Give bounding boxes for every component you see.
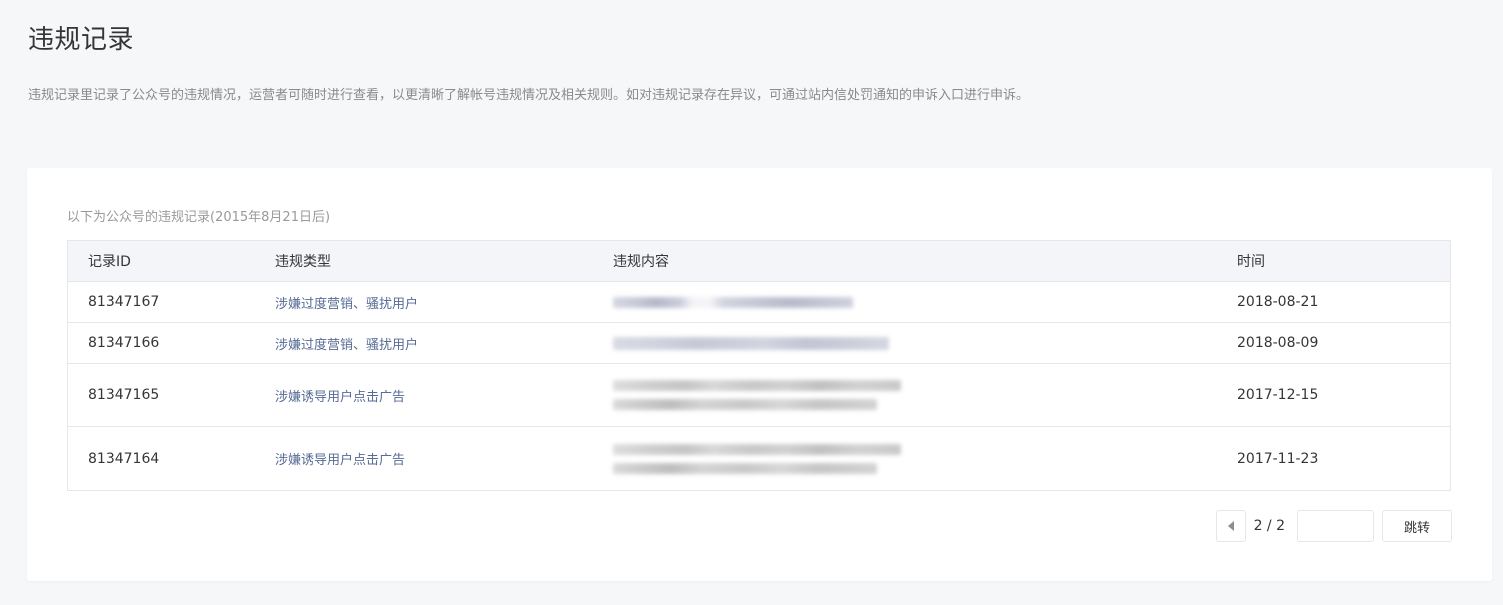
page-title: 违规记录 xyxy=(28,25,135,55)
header-record-id: 记录ID xyxy=(88,254,131,270)
jump-button[interactable]: 跳转 xyxy=(1382,510,1452,542)
violation-content-redacted xyxy=(595,336,1217,350)
page-jump-input[interactable] xyxy=(1297,510,1374,542)
violation-type-link[interactable]: 涉嫌诱导用户点击广告 xyxy=(255,386,595,405)
records-caption: 以下为公众号的违规记录(2015年8月21日后) xyxy=(67,210,331,225)
table-header-row: 记录ID 违规类型 违规内容 时间 xyxy=(68,241,1450,282)
page-indicator: 2 / 2 xyxy=(1253,518,1285,534)
record-time: 2018-08-09 xyxy=(1237,335,1319,351)
record-id: 81347167 xyxy=(88,294,160,310)
table-row: 81347164 涉嫌诱导用户点击广告 2017-11-23 xyxy=(68,427,1450,490)
header-time: 时间 xyxy=(1237,254,1265,270)
table-row: 81347166 涉嫌过度营销、骚扰用户 2018-08-09 xyxy=(68,323,1450,364)
violation-records-card: 以下为公众号的违规记录(2015年8月21日后) 记录ID 违规类型 违规内容 … xyxy=(27,168,1492,581)
records-table: 记录ID 违规类型 违规内容 时间 81347167 涉嫌过度营销、骚扰用户 2… xyxy=(67,240,1451,491)
pagination: 2 / 2 跳转 xyxy=(1215,510,1452,542)
triangle-left-icon xyxy=(1227,521,1234,531)
record-time: 2017-12-15 xyxy=(1237,387,1319,403)
table-row: 81347165 涉嫌诱导用户点击广告 2017-12-15 xyxy=(68,364,1450,427)
header-violation-type: 违规类型 xyxy=(275,254,331,270)
violation-content-redacted xyxy=(595,296,1217,308)
record-id: 81347164 xyxy=(88,450,160,467)
record-time: 2017-11-23 xyxy=(1237,450,1319,467)
violation-content-redacted xyxy=(595,443,1217,474)
violation-type-link[interactable]: 涉嫌诱导用户点击广告 xyxy=(255,449,595,468)
header-violation-content: 违规内容 xyxy=(613,254,669,270)
violation-type-link[interactable]: 涉嫌过度营销、骚扰用户 xyxy=(255,334,595,353)
record-id: 81347165 xyxy=(88,387,160,403)
violation-content-redacted xyxy=(595,380,1217,410)
record-time: 2018-08-21 xyxy=(1237,294,1319,310)
prev-page-button[interactable] xyxy=(1215,510,1246,542)
table-row: 81347167 涉嫌过度营销、骚扰用户 2018-08-21 xyxy=(68,282,1450,323)
page-description: 违规记录里记录了公众号的违规情况，运营者可随时进行查看，以更清晰了解帐号违规情况… xyxy=(28,88,1030,103)
violation-type-link[interactable]: 涉嫌过度营销、骚扰用户 xyxy=(255,293,595,312)
record-id: 81347166 xyxy=(88,335,160,351)
